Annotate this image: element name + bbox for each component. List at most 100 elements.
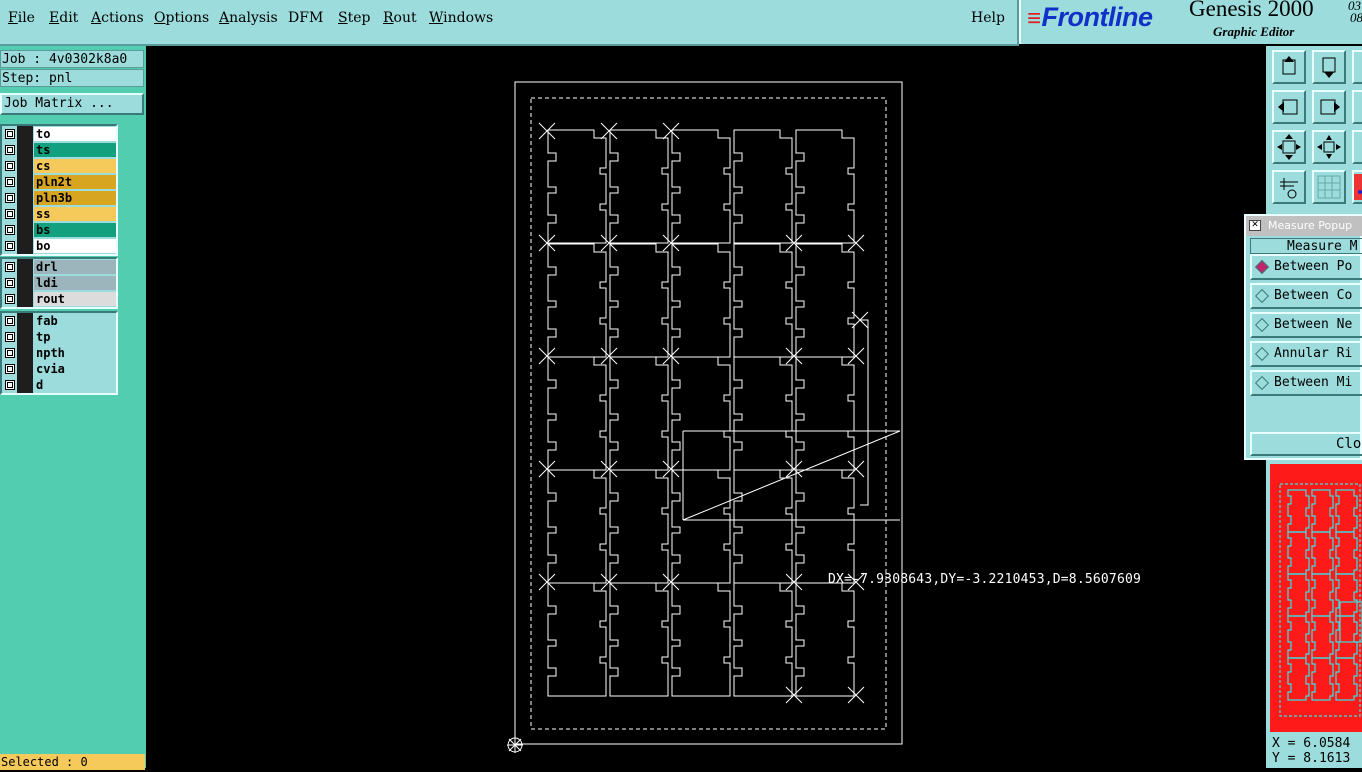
layer-checkbox[interactable]: [5, 348, 15, 358]
layer-row[interactable]: cvia: [2, 361, 116, 377]
close-button[interactable]: Close: [1250, 432, 1362, 456]
layer-name[interactable]: pln3b: [34, 191, 116, 205]
measure-option-2[interactable]: Between Co: [1250, 283, 1362, 309]
layer-row[interactable]: npth: [2, 345, 116, 361]
layer-row[interactable]: cs: [2, 158, 116, 174]
layer-affected-slot[interactable]: [17, 313, 33, 329]
layer-checkbox[interactable]: [5, 262, 15, 272]
layer-affected-slot[interactable]: [17, 158, 33, 174]
layer-name[interactable]: ldi: [34, 276, 116, 290]
fiducial-mark: [600, 347, 618, 365]
layer-checkbox[interactable]: [5, 332, 15, 342]
layer-name[interactable]: ts: [34, 143, 116, 157]
popup-titlebar[interactable]: ✕ Measure Popup: [1246, 216, 1362, 236]
layer-affected-slot[interactable]: [17, 361, 33, 377]
menu-dfm[interactable]: DFM: [288, 10, 323, 26]
layer-row[interactable]: d: [2, 377, 116, 393]
menu-analysis[interactable]: Analysis: [219, 10, 278, 26]
layer-checkbox[interactable]: [5, 380, 15, 390]
menu-help[interactable]: Help: [971, 10, 1005, 26]
graphic-canvas[interactable]: DX=-7.9308643,DY=-3.2210453,D=8.5607609: [148, 46, 1266, 768]
toolbar-button-partial-4[interactable]: [1352, 170, 1362, 204]
layer-affected-slot[interactable]: [17, 190, 33, 206]
measure-tool-button[interactable]: [1272, 170, 1306, 204]
layer-affected-slot[interactable]: [17, 238, 33, 254]
menu-file[interactable]: File: [8, 10, 35, 26]
layer-row[interactable]: tp: [2, 329, 116, 345]
layer-affected-slot[interactable]: [17, 206, 33, 222]
layer-name[interactable]: d: [34, 378, 116, 392]
measure-option-4[interactable]: Annular Ri: [1250, 341, 1362, 367]
layer-affected-slot[interactable]: [17, 142, 33, 158]
layer-checkbox[interactable]: [5, 209, 15, 219]
layer-name[interactable]: cs: [34, 159, 116, 173]
menu-edit[interactable]: Edit: [49, 10, 78, 26]
layer-checkbox[interactable]: [5, 161, 15, 171]
layer-name[interactable]: rout: [34, 292, 116, 306]
layer-affected-slot[interactable]: [17, 329, 33, 345]
layer-checkbox[interactable]: [5, 241, 15, 251]
layer-row[interactable]: bs: [2, 222, 116, 238]
measure-option-1[interactable]: Between Po: [1250, 254, 1362, 280]
toolbar-button-partial-1[interactable]: [1352, 50, 1362, 84]
layer-affected-slot[interactable]: [17, 291, 33, 307]
layer-affected-slot[interactable]: [17, 174, 33, 190]
pan-left-button[interactable]: [1272, 90, 1306, 124]
zoom-home-button[interactable]: [1312, 130, 1346, 164]
layer-checkbox[interactable]: [5, 177, 15, 187]
layer-checkbox[interactable]: [5, 193, 15, 203]
layer-row[interactable]: ldi: [2, 275, 116, 291]
toolbar-button-partial-3[interactable]: [1352, 130, 1362, 164]
layer-name[interactable]: tp: [34, 330, 116, 344]
layer-name[interactable]: pln2t: [34, 175, 116, 189]
layer-checkbox[interactable]: [5, 316, 15, 326]
layer-row[interactable]: drl: [2, 259, 116, 275]
layer-name[interactable]: to: [34, 127, 116, 141]
menu-step[interactable]: Step: [338, 10, 370, 26]
pan-up-button[interactable]: [1272, 50, 1306, 84]
layer-affected-slot[interactable]: [17, 126, 33, 142]
layer-affected-slot[interactable]: [17, 377, 33, 393]
layer-row[interactable]: to: [2, 126, 116, 142]
overview-map[interactable]: [1270, 464, 1362, 732]
layer-row[interactable]: pln2t: [2, 174, 116, 190]
job-matrix-button[interactable]: Job Matrix ...: [0, 93, 144, 115]
layer-name[interactable]: bo: [34, 239, 116, 253]
layer-affected-slot[interactable]: [17, 259, 33, 275]
menu-options[interactable]: Options: [154, 10, 209, 26]
layer-name[interactable]: drl: [34, 260, 116, 274]
measure-option-5[interactable]: Between Mi: [1250, 370, 1362, 396]
arrow-right-icon: [1320, 99, 1340, 115]
layer-name[interactable]: cvia: [34, 362, 116, 376]
layer-affected-slot[interactable]: [17, 275, 33, 291]
pan-down-button[interactable]: [1312, 50, 1346, 84]
layer-row[interactable]: pln3b: [2, 190, 116, 206]
layer-name[interactable]: bs: [34, 223, 116, 237]
layer-row[interactable]: ss: [2, 206, 116, 222]
layer-affected-slot[interactable]: [17, 222, 33, 238]
layer-checkbox[interactable]: [5, 145, 15, 155]
zoom-fit-button[interactable]: [1272, 130, 1306, 164]
pcb-outline: [671, 469, 731, 584]
layer-checkbox[interactable]: [5, 225, 15, 235]
layer-checkbox[interactable]: [5, 294, 15, 304]
window-menu-icon[interactable]: ✕: [1249, 220, 1261, 231]
layer-checkbox[interactable]: [5, 364, 15, 374]
layer-checkbox[interactable]: [5, 278, 15, 288]
menu-actions[interactable]: Actions: [91, 10, 144, 26]
menu-rout[interactable]: Rout: [383, 10, 417, 26]
grid-button[interactable]: [1312, 170, 1346, 204]
measure-option-3[interactable]: Between Ne: [1250, 312, 1362, 338]
layer-name[interactable]: npth: [34, 346, 116, 360]
layer-row[interactable]: fab: [2, 313, 116, 329]
layer-name[interactable]: ss: [34, 207, 116, 221]
layer-row[interactable]: ts: [2, 142, 116, 158]
pan-right-button[interactable]: [1312, 90, 1346, 124]
menu-windows[interactable]: Windows: [429, 10, 493, 26]
layer-affected-slot[interactable]: [17, 345, 33, 361]
layer-name[interactable]: fab: [34, 314, 116, 328]
toolbar-button-partial-2[interactable]: [1352, 90, 1362, 124]
layer-checkbox[interactable]: [5, 129, 15, 139]
layer-row[interactable]: rout: [2, 291, 116, 307]
layer-row[interactable]: bo: [2, 238, 116, 254]
